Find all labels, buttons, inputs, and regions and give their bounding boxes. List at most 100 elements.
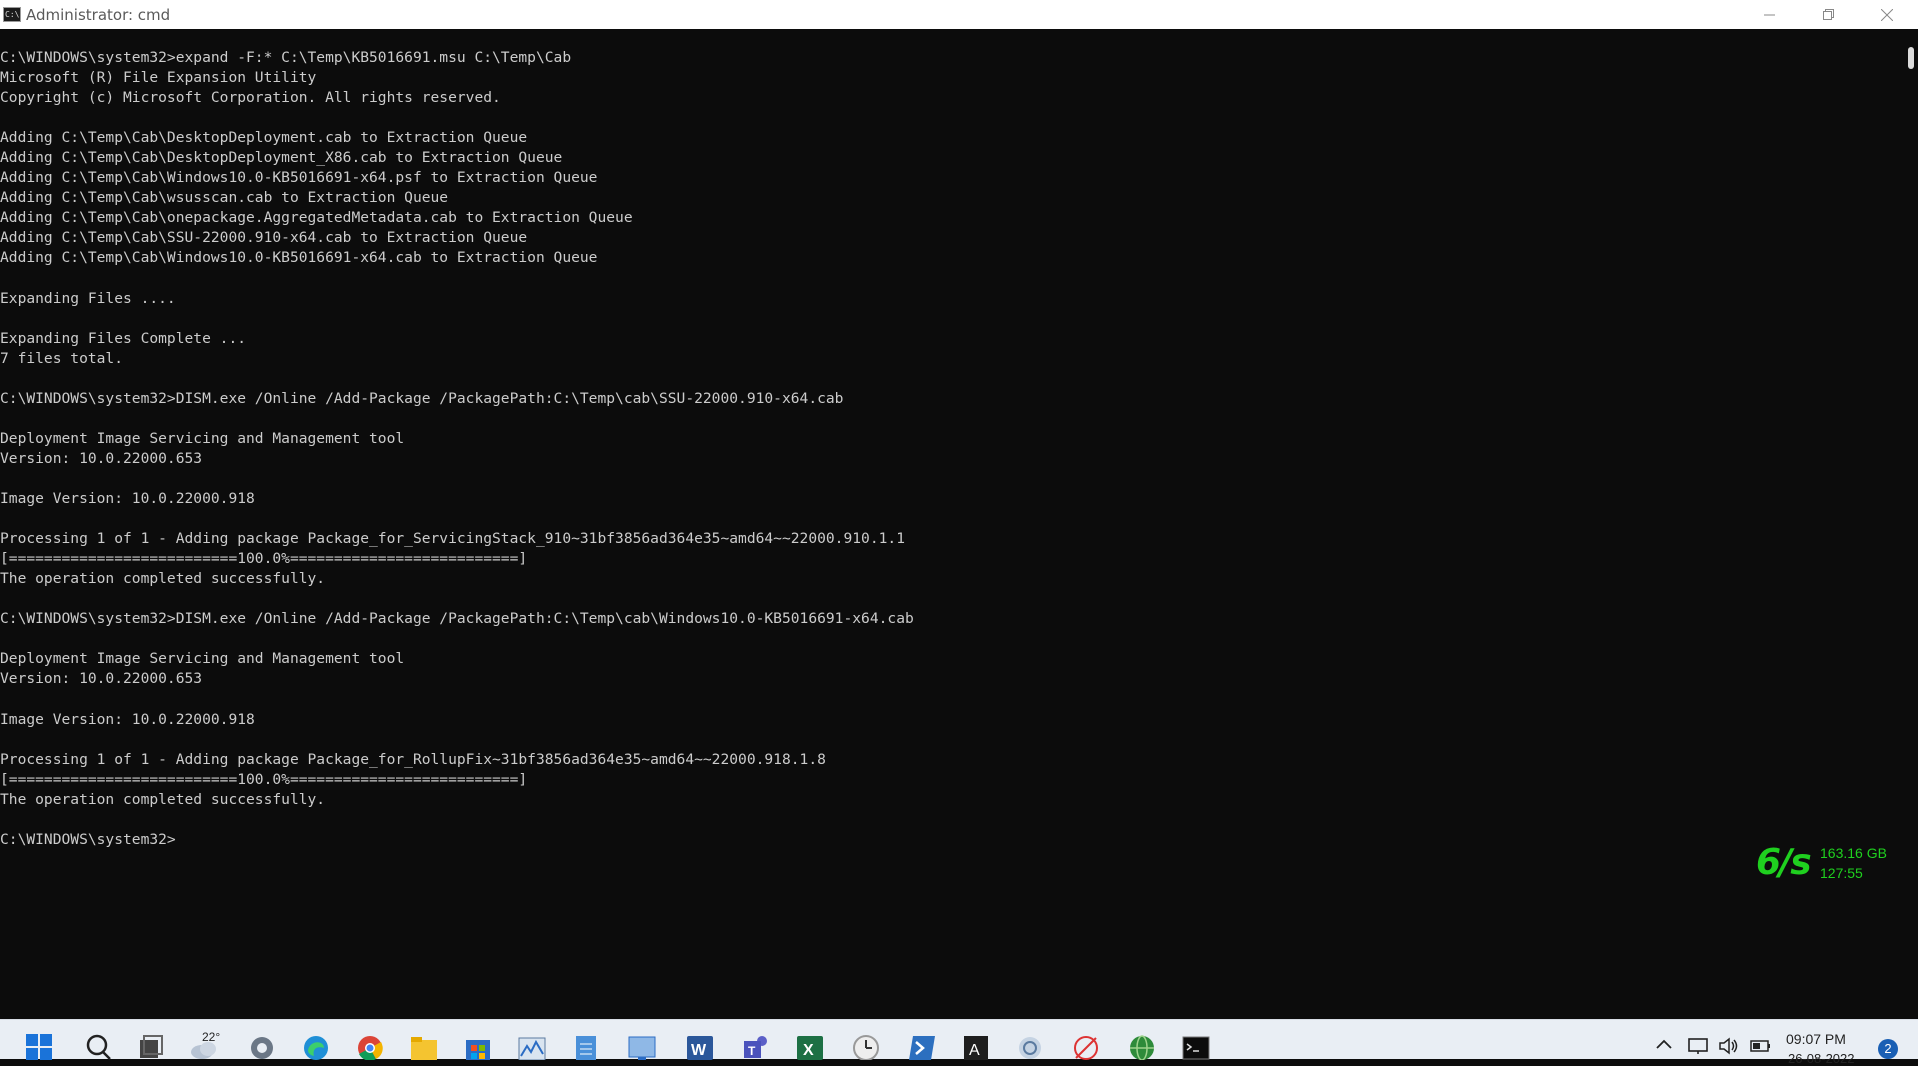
console-line: Version: 10.0.22000.653 (0, 449, 203, 467)
volume-icon (1719, 1037, 1738, 1055)
taskbar-word[interactable]: W (686, 1032, 714, 1060)
restore-button[interactable] (1800, 0, 1858, 29)
minimize-icon (1764, 14, 1775, 15)
console-line: The operation completed successfully. (0, 790, 326, 808)
taskbar-font-app[interactable]: A (962, 1032, 990, 1060)
console-line: Microsoft (R) File Expansion Utility (0, 69, 317, 87)
taskbar-settings[interactable] (248, 1032, 276, 1059)
close-button[interactable] (1858, 0, 1916, 29)
svg-text:A: A (969, 1042, 980, 1059)
speed-meter-overlay: 6/s 163.16 GB 127:55 (1756, 843, 1906, 889)
taskbar-satellite-app[interactable] (1072, 1032, 1100, 1060)
taskbar-resource-monitor[interactable] (518, 1032, 546, 1060)
taskbar-store[interactable] (464, 1032, 492, 1060)
meter-time: 127:55 (1820, 865, 1863, 881)
taskbar-file-explorer[interactable] (410, 1032, 438, 1060)
console-line: Copyright (c) Microsoft Corporation. All… (0, 89, 501, 107)
taskbar-edge[interactable] (302, 1032, 330, 1060)
console-lines: C:\WINDOWS\system32>expand -F:* C:\Temp\… (0, 48, 914, 850)
svg-text:T: T (748, 1044, 756, 1058)
console-line: Version: 10.0.22000.653 (0, 670, 203, 688)
excel-icon: X (797, 1035, 823, 1060)
edge-icon (304, 1035, 328, 1060)
taskbar-chrome[interactable] (356, 1032, 384, 1060)
taskbar-globe-app[interactable] (1128, 1032, 1156, 1060)
console-line: Adding C:\Temp\Cab\DesktopDeployment_X86… (0, 149, 563, 167)
minimize-button[interactable] (1741, 0, 1799, 29)
clock-date[interactable]: 26-08-2022 (1788, 1051, 1855, 1066)
font-app-icon: A (964, 1035, 988, 1060)
meter-rate: 6/s (1756, 842, 1812, 883)
store-icon (466, 1039, 490, 1060)
console-line: [==========================100.0%=======… (0, 550, 528, 568)
meter-size: 163.16 GB (1820, 845, 1887, 861)
taskbar-remote-desktop[interactable] (628, 1032, 656, 1060)
task-view-icon (140, 1034, 163, 1058)
taskbar-network-app[interactable] (1016, 1032, 1044, 1059)
taskbar-powershell[interactable] (908, 1032, 936, 1060)
network-app-icon (1019, 1036, 1041, 1059)
chevron-up-icon (1656, 1039, 1672, 1049)
file-explorer-icon (411, 1036, 437, 1060)
taskbar-excel[interactable]: X (796, 1032, 824, 1060)
console-line: Image Version: 10.0.22000.918 (0, 490, 255, 508)
console-line: Adding C:\Temp\Cab\wsusscan.cab to Extra… (0, 189, 449, 207)
svg-text:X: X (803, 1042, 814, 1059)
taskbar-terminal[interactable] (1182, 1032, 1210, 1059)
globe-app-icon (1130, 1034, 1154, 1060)
console-line: Expanding Files Complete ... (0, 329, 247, 347)
taskbar-teams[interactable]: T (742, 1032, 770, 1059)
task-view-button[interactable] (136, 1032, 164, 1059)
tray-battery[interactable] (1750, 1037, 1772, 1060)
console-line: Adding C:\Temp\Cab\onepackage.Aggregated… (0, 209, 633, 227)
restore-icon (1823, 8, 1834, 20)
console-line: Image Version: 10.0.22000.918 (0, 710, 255, 728)
resource-monitor-icon (518, 1037, 546, 1060)
console-line: 7 files total. (0, 349, 124, 367)
remote-desktop-icon (628, 1036, 656, 1060)
search-button[interactable] (84, 1032, 112, 1060)
taskbar: 22° W T X A 09:07 PM 26-08-2022 2 (0, 1019, 1918, 1066)
close-icon (1881, 8, 1893, 21)
notification-badge[interactable]: 2 (1878, 1039, 1898, 1059)
console-output[interactable]: C:\WINDOWS\system32>expand -F:* C:\Temp\… (0, 29, 1900, 1019)
console-line: Expanding Files .... (0, 289, 176, 307)
scrollbar-thumb[interactable] (1908, 47, 1914, 69)
svg-text:W: W (691, 1042, 707, 1059)
start-button[interactable] (26, 1032, 54, 1060)
settings-icon (251, 1036, 273, 1059)
word-icon: W (687, 1035, 713, 1060)
weather-temperature: 22° (202, 1030, 221, 1044)
console-line: C:\WINDOWS\system32>DISM.exe /Online /Ad… (0, 389, 844, 407)
network-icon (1688, 1038, 1708, 1054)
console-line: Processing 1 of 1 - Adding package Packa… (0, 750, 826, 768)
title-bar: C:\ Administrator: cmd (0, 0, 1918, 30)
tray-overflow-button[interactable] (1655, 1037, 1673, 1056)
teams-icon: T (744, 1035, 767, 1058)
console-line: Adding C:\Temp\Cab\Windows10.0-KB5016691… (0, 169, 598, 187)
console-line: Deployment Image Servicing and Managemen… (0, 650, 405, 668)
battery-icon (1750, 1040, 1770, 1052)
console-line: C:\WINDOWS\system32>expand -F:* C:\Temp\… (0, 49, 572, 66)
console-line: The operation completed successfully. (0, 570, 326, 588)
taskbar-notepad[interactable] (572, 1032, 600, 1060)
tray-network[interactable] (1688, 1037, 1710, 1060)
tray-volume[interactable] (1718, 1037, 1740, 1060)
start-icon (26, 1033, 52, 1060)
console-line: Deployment Image Servicing and Managemen… (0, 429, 405, 447)
satellite-app-icon (1074, 1035, 1098, 1060)
clock-time[interactable]: 09:07 PM (1786, 1031, 1846, 1047)
cmd-icon: C:\ (3, 7, 21, 22)
console-line: Adding C:\Temp\Cab\DesktopDeployment.cab… (0, 129, 528, 147)
taskbar-clock-app[interactable] (852, 1032, 880, 1060)
